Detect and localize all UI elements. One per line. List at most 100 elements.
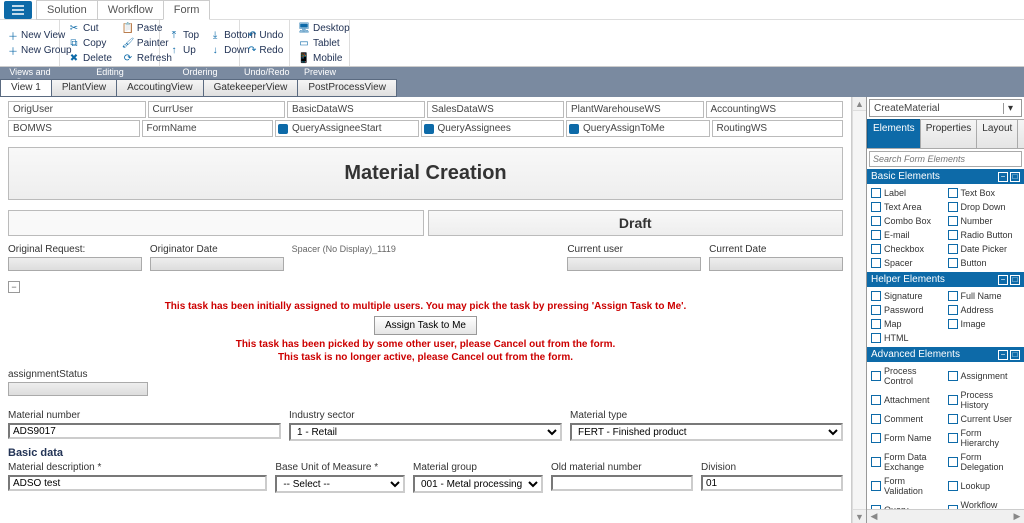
- element-form-data-exchange[interactable]: Form Data Exchange: [869, 450, 946, 474]
- element-form-validation[interactable]: Form Validation: [869, 474, 946, 498]
- input-assignment-status[interactable]: [8, 382, 148, 396]
- element-map[interactable]: Map: [869, 317, 946, 331]
- draft-label[interactable]: Draft: [428, 210, 844, 236]
- tab-workflow[interactable]: Workflow: [97, 0, 164, 20]
- element-lookup[interactable]: Lookup: [946, 474, 1023, 498]
- redo-button[interactable]: ↷Redo: [246, 44, 283, 58]
- element-image[interactable]: Image: [946, 317, 1023, 331]
- mobile-button[interactable]: 📱Mobile: [296, 51, 343, 65]
- element-current-user[interactable]: Current User: [946, 412, 1023, 426]
- rp-section-basic[interactable]: Basic Elements −□: [867, 169, 1024, 184]
- rp-tab-elements[interactable]: Elements: [867, 119, 921, 148]
- viewtab-accountingview[interactable]: AccoutingView: [116, 79, 203, 97]
- rp-section-helper[interactable]: Helper Elements −□: [867, 272, 1024, 287]
- scroll-left-icon[interactable]: ◀: [867, 510, 881, 523]
- collapse-icon[interactable]: −: [998, 172, 1008, 182]
- input-current-date[interactable]: [709, 257, 843, 271]
- rp-tab-formdata[interactable]: Form Data: [1017, 119, 1024, 148]
- close-icon[interactable]: □: [1010, 350, 1020, 360]
- form-canvas[interactable]: OrigUser CurrUser BasicDataWS SalesDataW…: [0, 97, 851, 523]
- element-radio-button[interactable]: Radio Button: [946, 228, 1023, 242]
- element-full-name[interactable]: Full Name: [946, 289, 1023, 303]
- element-text-box[interactable]: Text Box: [946, 186, 1023, 200]
- input-division[interactable]: [701, 475, 843, 491]
- form-title[interactable]: Material Creation: [8, 147, 843, 200]
- element-html[interactable]: HTML: [869, 331, 946, 345]
- input-old-material-number[interactable]: [551, 475, 693, 491]
- cell-queryassignees[interactable]: QueryAssignees: [421, 120, 565, 137]
- desktop-button[interactable]: 🖥Desktop: [296, 21, 343, 35]
- element-process-control[interactable]: Process Control: [869, 364, 946, 388]
- select-material-type[interactable]: FERT - Finished product: [570, 423, 843, 441]
- element-form-name[interactable]: Form Name: [869, 426, 946, 450]
- canvas-scrollbar[interactable]: ▲ ▼: [852, 97, 866, 523]
- collapse-toggle[interactable]: −: [8, 281, 20, 293]
- scroll-down-icon[interactable]: ▼: [853, 509, 866, 523]
- select-base-uom[interactable]: -- Select --: [275, 475, 405, 493]
- collapse-icon[interactable]: −: [998, 275, 1008, 285]
- viewtab-view1[interactable]: View 1: [0, 79, 52, 97]
- element-signature[interactable]: Signature: [869, 289, 946, 303]
- rp-title-dropdown[interactable]: CreateMaterial ▾: [869, 99, 1022, 117]
- tab-form[interactable]: Form: [163, 0, 211, 20]
- element-form-hierarchy[interactable]: Form Hierarchy: [946, 426, 1023, 450]
- element-button[interactable]: Button: [946, 256, 1023, 270]
- element-address[interactable]: Address: [946, 303, 1023, 317]
- element-combo-box[interactable]: Combo Box: [869, 214, 946, 228]
- element-attachment[interactable]: Attachment: [869, 388, 946, 412]
- element-password[interactable]: Password: [869, 303, 946, 317]
- chevron-down-icon[interactable]: ▾: [1003, 103, 1017, 114]
- select-industry-sector[interactable]: 1 - Retail: [289, 423, 562, 441]
- scroll-track[interactable]: [853, 111, 866, 509]
- element-drop-down[interactable]: Drop Down: [946, 200, 1023, 214]
- element-label[interactable]: Label: [869, 186, 946, 200]
- element-workflow-participant[interactable]: Workflow Participant: [946, 498, 1023, 509]
- viewtab-plantview[interactable]: PlantView: [51, 79, 117, 97]
- cell-queryassigneestart[interactable]: QueryAssigneeStart: [275, 120, 419, 137]
- cell-origuser[interactable]: OrigUser: [8, 101, 146, 118]
- element-comment[interactable]: Comment: [869, 412, 946, 426]
- cell-queryassigntome[interactable]: QueryAssignToMe: [566, 120, 710, 137]
- rp-section-advanced[interactable]: Advanced Elements −□: [867, 347, 1024, 362]
- element-date-picker[interactable]: Date Picker: [946, 242, 1023, 256]
- new-group-button[interactable]: ＋New Group: [6, 44, 53, 58]
- delete-button[interactable]: ✖Delete: [66, 51, 114, 65]
- element-checkbox[interactable]: Checkbox: [869, 242, 946, 256]
- rp-tab-layout[interactable]: Layout: [976, 119, 1018, 148]
- tab-solution[interactable]: Solution: [36, 0, 98, 20]
- element-query[interactable]: Query: [869, 498, 946, 509]
- element-number[interactable]: Number: [946, 214, 1023, 228]
- collapse-icon[interactable]: −: [998, 350, 1008, 360]
- rp-horizontal-scroll[interactable]: ◀ ▶: [867, 509, 1024, 523]
- input-original-request[interactable]: [8, 257, 142, 271]
- new-view-button[interactable]: ＋New View: [6, 29, 53, 43]
- input-material-description[interactable]: [8, 475, 267, 491]
- element-spacer[interactable]: Spacer: [869, 256, 946, 270]
- viewtab-gatekeeperview[interactable]: GatekeeperView: [203, 79, 299, 97]
- cell-plantwarehousews[interactable]: PlantWarehouseWS: [566, 101, 704, 118]
- cell-basicdataws[interactable]: BasicDataWS: [287, 101, 425, 118]
- element-process-history[interactable]: Process History: [946, 388, 1023, 412]
- cell-curruser[interactable]: CurrUser: [148, 101, 286, 118]
- cell-bomws[interactable]: BOMWS: [8, 120, 140, 137]
- scroll-up-icon[interactable]: ▲: [853, 97, 866, 111]
- element-text-area[interactable]: Text Area: [869, 200, 946, 214]
- element-form-delegation[interactable]: Form Delegation: [946, 450, 1023, 474]
- scroll-right-icon[interactable]: ▶: [1010, 510, 1024, 523]
- cell-accountingws[interactable]: AccountingWS: [706, 101, 844, 118]
- element-assignment[interactable]: Assignment: [946, 364, 1023, 388]
- assign-task-button[interactable]: Assign Task to Me: [374, 316, 477, 335]
- rp-tab-properties[interactable]: Properties: [920, 119, 978, 148]
- draft-spacer[interactable]: [8, 210, 424, 236]
- select-material-group[interactable]: 001 - Metal processing: [413, 475, 543, 493]
- cell-formname[interactable]: FormName: [142, 120, 274, 137]
- input-current-user[interactable]: [567, 257, 701, 271]
- element-e-mail[interactable]: E-mail: [869, 228, 946, 242]
- undo-button[interactable]: ↶Undo: [246, 29, 283, 43]
- copy-button[interactable]: ⧉Copy: [66, 36, 114, 50]
- main-menu-button[interactable]: [4, 1, 32, 19]
- close-icon[interactable]: □: [1010, 172, 1020, 182]
- up-button[interactable]: ↑Up: [166, 44, 201, 58]
- cut-button[interactable]: ✂Cut: [66, 21, 114, 35]
- close-icon[interactable]: □: [1010, 275, 1020, 285]
